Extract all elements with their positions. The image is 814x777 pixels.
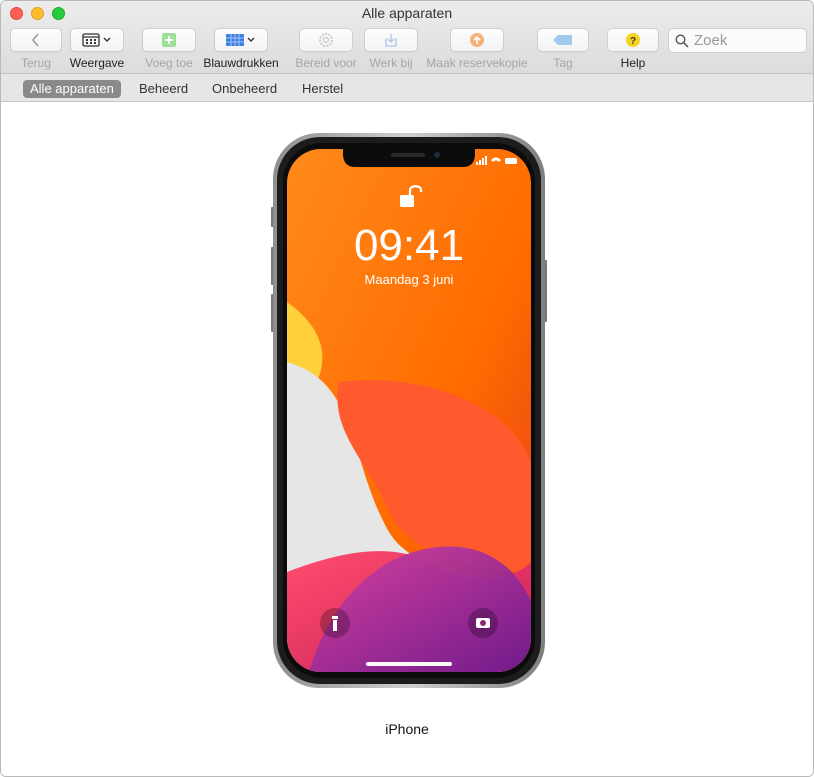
svg-text:?: ?: [630, 36, 636, 47]
scope-recovery[interactable]: Herstel: [295, 80, 350, 98]
blueprints-button[interactable]: Blauwdrukken: [201, 28, 281, 70]
back-label: Terug: [20, 56, 52, 70]
lock-time: 09:41: [354, 221, 464, 270]
search-placeholder: Zoek: [694, 32, 728, 49]
flashlight-icon: [320, 608, 350, 638]
download-tray-icon: [385, 34, 397, 47]
search-input[interactable]: Zoek: [668, 28, 807, 53]
blueprints-label: Blauwdrukken: [203, 56, 279, 70]
tag-label: Tag: [553, 56, 573, 70]
help-question-icon: ?: [626, 33, 640, 47]
update-button[interactable]: Werk bij: [363, 28, 419, 70]
scope-all-devices[interactable]: Alle apparaten: [23, 80, 121, 98]
titlebar: Alle apparaten Terug Weergave Voeg toe B…: [1, 1, 813, 74]
search-icon: [675, 33, 689, 48]
calendar-grid-icon: [82, 33, 111, 47]
window-title: Alle apparaten: [361, 5, 453, 21]
prepare-label: Bereid voor: [295, 56, 357, 70]
lock-date: Maandag 3 juni: [365, 272, 454, 287]
gear-icon: [319, 33, 333, 47]
add-plus-icon: [162, 33, 176, 47]
view-label: Weergave: [69, 56, 125, 70]
view-button[interactable]: Weergave: [67, 28, 127, 70]
scope-bar: Alle apparaten Beheerd Onbeheerd Herstel: [1, 74, 813, 102]
camera-icon: [468, 608, 498, 638]
add-button[interactable]: Voeg toe: [139, 28, 199, 70]
scope-unmanaged[interactable]: Onbeheerd: [205, 80, 284, 98]
backup-arrow-icon: [470, 33, 484, 47]
backup-label: Maak reservekopie: [426, 56, 528, 70]
tag-icon: [553, 35, 572, 45]
backup-button[interactable]: Maak reservekopie: [421, 28, 533, 70]
main-window: Alle apparaten Terug Weergave Voeg toe B…: [0, 0, 814, 777]
add-label: Voeg toe: [145, 56, 193, 70]
device-name-label: iPhone: [385, 721, 429, 737]
back-button[interactable]: Terug: [9, 28, 63, 70]
tag-button[interactable]: Tag: [536, 28, 590, 70]
scope-managed[interactable]: Beheerd: [132, 80, 195, 98]
chevron-left-icon: [31, 33, 39, 47]
prepare-button[interactable]: Bereid voor: [291, 28, 361, 70]
home-indicator: [366, 662, 452, 666]
iphone-device-image[interactable]: 09:41 Maandag 3 juni: [269, 132, 549, 689]
update-label: Werk bij: [369, 56, 413, 70]
blueprint-grid-icon: [226, 34, 255, 46]
help-button[interactable]: ? Help: [606, 28, 660, 70]
help-label: Help: [620, 56, 646, 70]
